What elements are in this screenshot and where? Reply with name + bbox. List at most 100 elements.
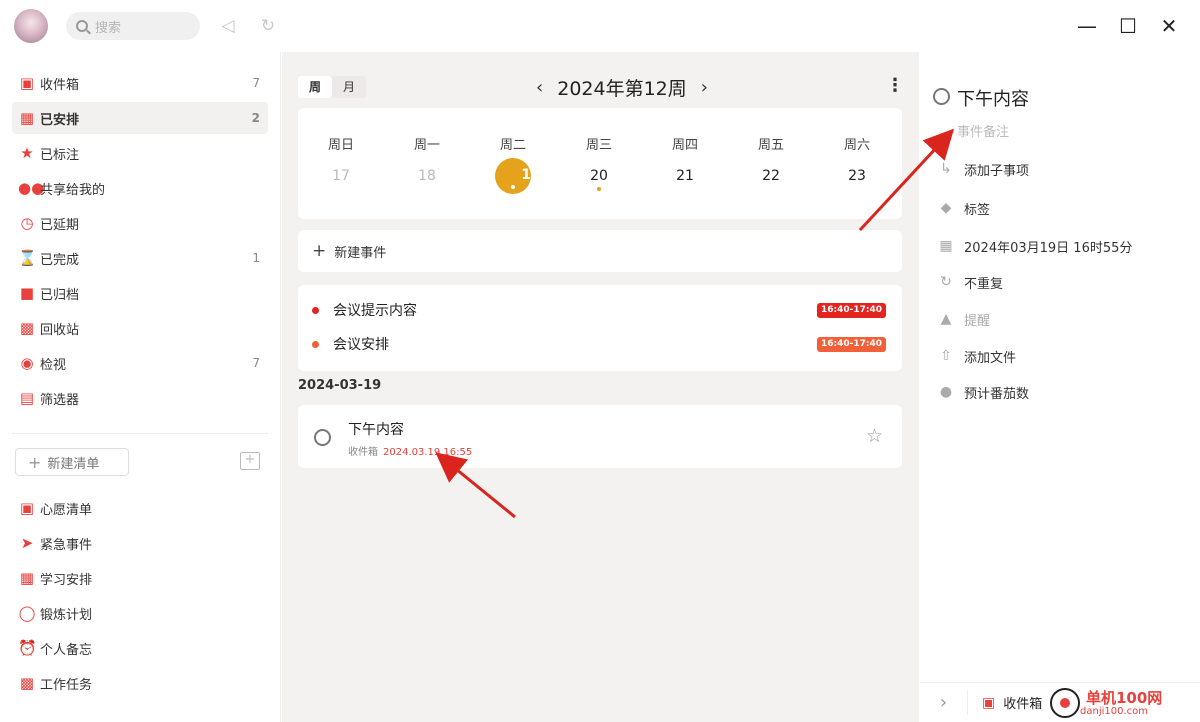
view-switch: 周 月 <box>298 76 366 98</box>
reminder-row[interactable]: ▲ 提醒 <box>936 308 990 330</box>
item-count: 7 <box>252 76 260 90</box>
event-item[interactable]: 会议安排 16:40-17:40 <box>312 332 888 356</box>
tab-month[interactable]: 月 <box>332 76 366 98</box>
sidebar-item-label: 筛选器 <box>40 392 80 408</box>
maximize-icon[interactable]: ☐ <box>1116 14 1140 38</box>
sidebar-item-postponed[interactable]: ◷ 已延期 <box>12 207 268 239</box>
sidebar-item-label: 检视 <box>40 357 67 373</box>
inbox-icon: ▣ <box>19 74 35 92</box>
new-list-button[interactable]: + 新建清单 <box>15 448 129 476</box>
search-input[interactable]: 搜索 <box>66 12 200 40</box>
hourglass-icon: ⌛ <box>18 249 37 267</box>
list-selector[interactable]: 收件箱 <box>1003 693 1042 712</box>
task-item[interactable]: 下午内容 收件箱 2024.03.19 16:55 ☆ <box>298 405 902 468</box>
rocket-icon: ➤ <box>20 534 34 552</box>
day-name: 周日 <box>327 138 354 153</box>
day-number: 22 <box>762 168 780 184</box>
day-name: 周三 <box>585 138 612 153</box>
collapse-panel-icon[interactable]: › <box>920 690 968 715</box>
sidebar-item-starred[interactable]: ★ 已标注 <box>12 137 268 169</box>
sidebar-item-trash[interactable]: ▩ 回收站 <box>12 312 268 344</box>
add-folder-icon[interactable]: + <box>240 452 260 470</box>
item-count: 2 <box>251 111 260 125</box>
sidebar-item-filter[interactable]: ▤ 筛选器 <box>12 382 268 414</box>
event-item[interactable]: 会议提示内容 16:40-17:40 <box>312 298 888 322</box>
sidebar-item-label: 回收站 <box>40 322 80 338</box>
refresh-icon[interactable]: ↻ <box>258 16 278 36</box>
sidebar-item-inbox[interactable]: ▣ 收件箱 7 <box>12 67 268 99</box>
day-name: 周二 <box>499 138 526 153</box>
sidebar-list-wishlist[interactable]: ▣ 心愿清单 <box>12 492 268 524</box>
watermark-logo <box>1050 688 1080 718</box>
task-complete-checkbox[interactable] <box>933 88 950 105</box>
tag-row[interactable]: ◆ 标签 <box>936 197 990 219</box>
new-event-button[interactable]: + 新建事件 <box>298 230 902 272</box>
gift-icon: ▣ <box>19 499 35 517</box>
sidebar-item-archived[interactable]: ■ 已归档 <box>12 277 268 309</box>
sidebar-item-completed[interactable]: ⌛ 已完成 1 <box>12 242 268 274</box>
add-file-row[interactable]: ⇧ 添加文件 <box>936 345 1016 367</box>
item-count: 1 <box>252 251 260 265</box>
speaker-icon[interactable]: ◁ <box>218 16 238 36</box>
new-event-label: 新建事件 <box>334 245 387 261</box>
sidebar-item-label: 学习安排 <box>40 572 93 588</box>
add-subtask-row[interactable]: ↳ 添加子事项 <box>936 158 1029 180</box>
sidebar-list-urgent[interactable]: ➤ 紧急事件 <box>12 527 268 559</box>
calendar-icon: ▦ <box>939 238 953 254</box>
note-field[interactable]: 事件备注 <box>957 121 1009 140</box>
event-title: 会议安排 <box>333 337 389 353</box>
day-number: 18 <box>418 168 436 184</box>
sidebar-list-exercise[interactable]: ◯ 锻炼计划 <box>12 597 268 629</box>
sidebar-item-label: 收件箱 <box>40 77 80 93</box>
day-name: 周四 <box>671 138 698 153</box>
filter-icon: ▤ <box>19 389 35 407</box>
alarm-icon: ⏰ <box>18 639 37 657</box>
close-icon[interactable]: ✕ <box>1157 14 1181 38</box>
day-number: 20 <box>590 168 608 184</box>
week-title: 2024年第12周 <box>557 77 687 100</box>
sidebar-list-memo[interactable]: ⏰ 个人备忘 <box>12 632 268 664</box>
more-options-icon[interactable]: ⋮ <box>886 76 904 96</box>
pomodoro-row[interactable]: ● 预计番茄数 <box>936 381 1029 403</box>
book-icon: ▦ <box>19 569 35 587</box>
task-complete-checkbox[interactable] <box>314 429 331 446</box>
next-week-icon[interactable]: › <box>687 77 722 98</box>
event-dot <box>511 185 515 189</box>
trash-icon: ▩ <box>19 319 35 337</box>
sidebar-list-work[interactable]: ▩ 工作任务 <box>12 667 268 699</box>
date-heading: 2024-03-19 <box>298 378 382 393</box>
bike-icon: ◯ <box>18 604 36 622</box>
sidebar-item-review[interactable]: ◉ 检视 7 <box>12 347 268 379</box>
sidebar-item-shared[interactable]: ●● 共享给我的 <box>12 172 268 204</box>
detail-panel: 下午内容 事件备注 ↳ 添加子事项 ◆ 标签 ▦ 2024年03月19日 16时… <box>920 52 1200 722</box>
avatar[interactable] <box>14 9 48 43</box>
star-icon: ★ <box>20 144 34 162</box>
sidebar-list-study[interactable]: ▦ 学习安排 <box>12 562 268 594</box>
day-name: 周一 <box>413 138 440 153</box>
row-label: 添加子事项 <box>964 163 1030 179</box>
row-label: 添加文件 <box>964 350 1017 366</box>
row-label: 提醒 <box>964 313 991 329</box>
new-list-label: 新建清单 <box>47 456 100 472</box>
minimize-icon[interactable]: — <box>1075 14 1099 38</box>
sidebar-item-label: 共享给我的 <box>40 182 106 198</box>
day-number: 19 <box>521 167 541 183</box>
sidebar-item-label: 紧急事件 <box>40 537 93 553</box>
sidebar-item-scheduled[interactable]: ▦ 已安排 2 <box>12 102 268 134</box>
plus-icon: + <box>312 241 327 261</box>
detail-title[interactable]: 下午内容 <box>957 85 1029 111</box>
today-marker: 19 <box>495 158 541 194</box>
event-dot <box>597 187 601 191</box>
day-name: 周五 <box>757 138 784 153</box>
row-label: 预计番茄数 <box>964 386 1030 402</box>
events-list: 会议提示内容 16:40-17:40 会议安排 16:40-17:40 <box>298 285 902 371</box>
briefcase-icon: ▩ <box>19 674 35 692</box>
prev-week-icon[interactable]: ‹ <box>522 77 557 98</box>
date-row[interactable]: ▦ 2024年03月19日 16时55分 <box>936 235 1132 257</box>
repeat-row[interactable]: ↻ 不重复 <box>936 271 1003 293</box>
watermark-text: 单机100网 danji100.com <box>1080 690 1162 717</box>
tab-week[interactable]: 周 <box>298 76 332 98</box>
star-icon[interactable]: ☆ <box>866 425 883 447</box>
event-title: 会议提示内容 <box>333 303 417 319</box>
sidebar-item-label: 已归档 <box>40 287 80 303</box>
